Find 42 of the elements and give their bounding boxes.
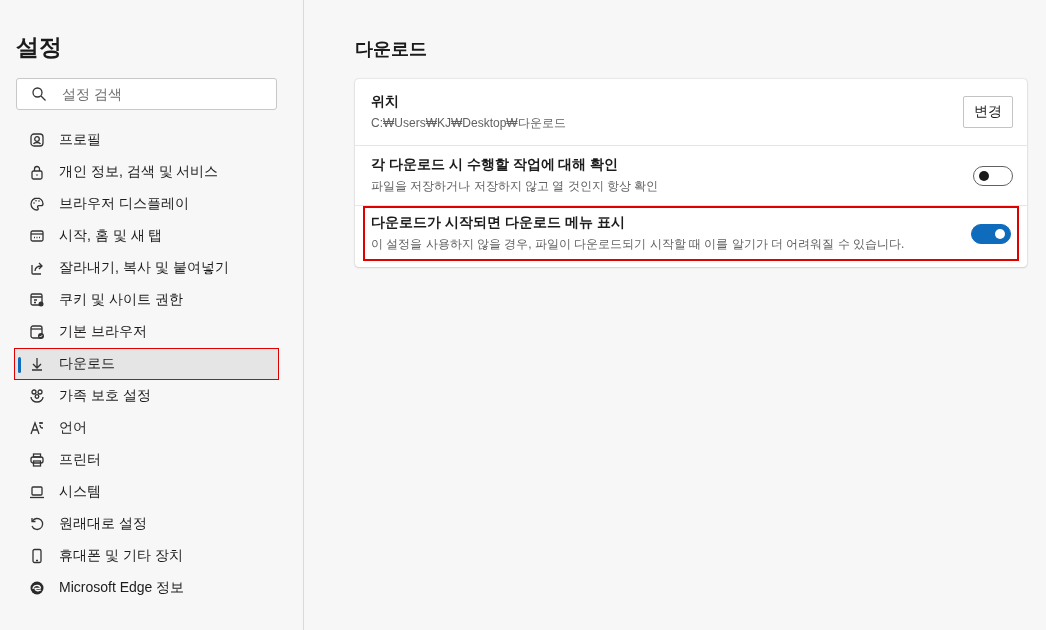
sidebar-item[interactable]: 다운로드 xyxy=(14,348,279,380)
setting-title: 다운로드가 시작되면 다운로드 메뉴 표시 xyxy=(371,214,626,232)
profile-icon xyxy=(29,132,45,148)
phone-icon xyxy=(29,548,45,564)
lock-icon xyxy=(29,164,45,180)
sidebar-item[interactable]: 가족 보호 설정 xyxy=(14,380,279,412)
sidebar-item[interactable]: 시스템 xyxy=(14,476,279,508)
edge-logo-icon xyxy=(29,580,45,596)
sidebar-item[interactable]: 언어 xyxy=(14,412,279,444)
change-button[interactable]: 변경 xyxy=(963,96,1013,128)
family-icon xyxy=(29,388,45,404)
setting-description: C:₩Users₩KJ₩Desktop₩다운로드 xyxy=(371,114,567,132)
tab-icon xyxy=(29,228,45,244)
search-field[interactable]: 설정 검색 xyxy=(16,78,277,110)
sidebar-item[interactable]: 잘라내기, 복사 및 붙여넣기 xyxy=(14,252,279,284)
sidebar-item[interactable]: Microsoft Edge 정보 xyxy=(14,572,279,604)
setting-description: 이 설정을 사용하지 않을 경우, 파일이 다운로드되기 시작할 때 이를 알기가 더 어려워질 수 있습니다. xyxy=(371,236,906,253)
share-icon xyxy=(29,260,45,276)
sidebar-item[interactable]: 기본 브라우저 xyxy=(14,316,279,348)
printer-icon xyxy=(29,452,45,468)
sidebar-item[interactable]: 원래대로 설정 xyxy=(14,508,279,540)
toggle-switch[interactable] xyxy=(971,223,1011,244)
setting-title: 위치 xyxy=(371,92,400,111)
sidebar-item[interactable]: 프린터 xyxy=(14,444,279,476)
reset-icon xyxy=(29,516,45,532)
section-title: 다운로드 xyxy=(355,38,428,61)
palette-icon xyxy=(29,196,45,212)
sidebar-item[interactable]: 브라우저 디스플레이 xyxy=(14,188,279,220)
sidebar-item[interactable]: 개인 정보, 검색 및 서비스 xyxy=(14,156,279,188)
cookie-settings-icon xyxy=(29,292,45,308)
download-icon xyxy=(29,356,45,372)
sidebar-item[interactable]: 휴대폰 및 기타 장치 xyxy=(14,540,279,572)
page-title: 설정 xyxy=(16,33,62,62)
sidebar-item[interactable]: 프로필 xyxy=(14,124,279,156)
browser-check-icon xyxy=(29,324,45,340)
laptop-icon xyxy=(29,484,45,500)
toggle-switch[interactable] xyxy=(973,165,1013,186)
language-icon xyxy=(29,420,45,436)
setting-title: 각 다운로드 시 수행할 작업에 대해 확인 xyxy=(371,156,620,174)
setting-description: 파일을 저장하거나 저장하지 않고 열 것인지 항상 확인 xyxy=(371,178,660,195)
sidebar-item[interactable]: 쿠키 및 사이트 권한 xyxy=(14,284,279,316)
sidebar-item[interactable]: 시작, 홈 및 새 탭 xyxy=(14,220,279,252)
